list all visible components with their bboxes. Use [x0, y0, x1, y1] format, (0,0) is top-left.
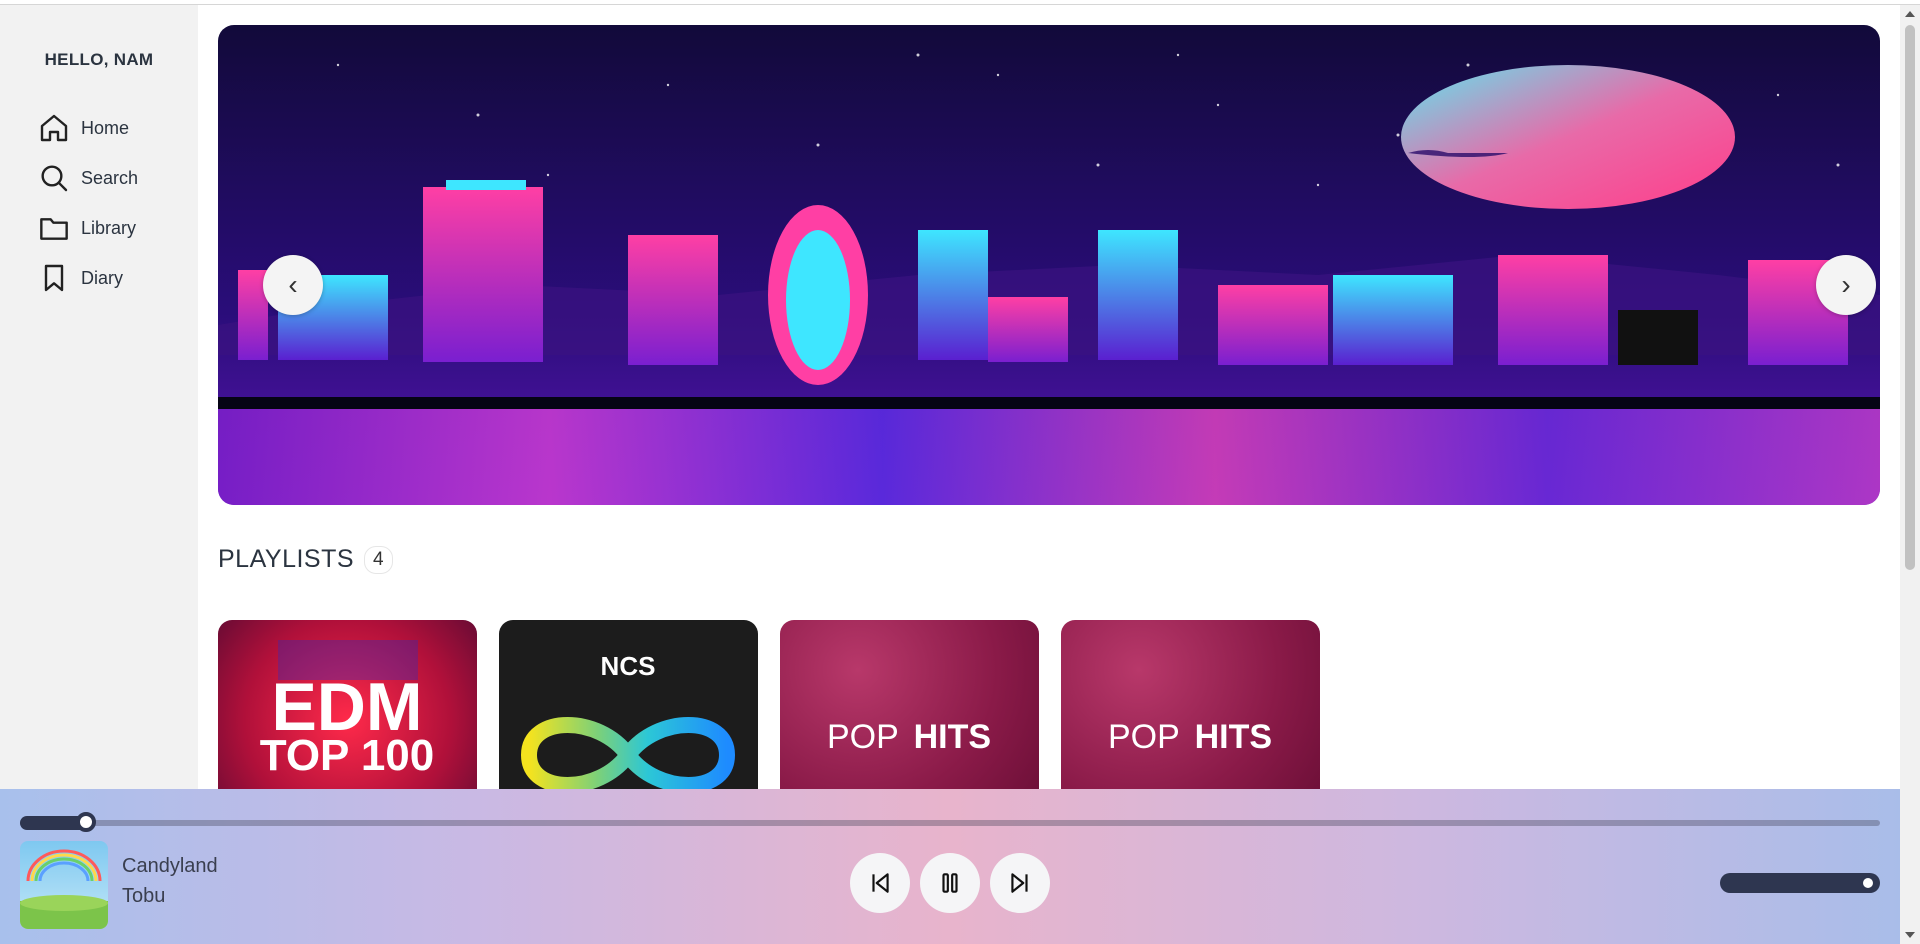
previous-track-button[interactable]: [850, 853, 910, 913]
playlists-header: PLAYLISTS 4: [218, 545, 393, 574]
sidebar-nav: Home Search Library Diary: [38, 103, 138, 303]
candyland-artwork: [20, 841, 108, 929]
volume-knob[interactable]: [1860, 875, 1876, 891]
playlist-card-edm[interactable]: EDM TOP 100: [218, 620, 477, 789]
bookmark-icon: [44, 264, 64, 292]
ncs-cover: NCS: [499, 620, 758, 789]
sidebar-item-diary[interactable]: Diary: [38, 253, 138, 303]
music-player-bar: Candyland Tobu: [0, 789, 1900, 944]
pop-hits-cover: POP HITS: [1061, 620, 1320, 789]
song-title: Candyland: [122, 855, 218, 877]
playlist-card-pop-hits[interactable]: POP HITS: [1061, 620, 1320, 789]
album-cover: [20, 841, 108, 929]
pop-hits-cover: POP HITS: [780, 620, 1039, 789]
sidebar-item-search[interactable]: Search: [38, 153, 138, 203]
hits-bold-text: HITS: [1195, 718, 1272, 756]
progress-bar[interactable]: [20, 812, 1880, 832]
chevron-right-icon: ›: [1841, 269, 1851, 300]
volume-slider[interactable]: [1720, 873, 1880, 893]
carousel-prev-button[interactable]: ‹: [263, 255, 323, 315]
playlist-card-pop-hits[interactable]: POP HITS: [780, 620, 1039, 789]
greeting: HELLO, NAM: [44, 50, 154, 69]
edm-cover: EDM TOP 100: [218, 620, 477, 789]
sidebar-item-library[interactable]: Library: [38, 203, 138, 253]
section-title: PLAYLISTS: [218, 545, 355, 573]
city-skyline-illustration: [218, 25, 1880, 505]
sidebar-item-label: Search: [81, 167, 139, 188]
skip-next-icon: [1011, 873, 1028, 893]
pause-button[interactable]: [920, 853, 980, 913]
page-scrollbar[interactable]: [1900, 5, 1920, 944]
ncs-logo: NCS: [601, 651, 656, 681]
main-content: ‹ › PLAYLISTS 4 EDM TOP 100 NCS POP HITS…: [198, 5, 1900, 789]
chevron-left-icon: ‹: [288, 269, 298, 300]
playlist-count-badge: 4: [364, 545, 393, 574]
scroll-down-arrow-icon[interactable]: [1905, 932, 1915, 938]
next-track-button[interactable]: [990, 853, 1050, 913]
pop-light-text: POP: [827, 718, 898, 756]
artist-name: Tobu: [122, 885, 166, 907]
folder-icon: [40, 218, 68, 240]
progress-knob[interactable]: [76, 812, 97, 832]
scrollbar-thumb[interactable]: [1905, 25, 1915, 570]
sidebar-item-label: Library: [81, 217, 137, 238]
sidebar-item-home[interactable]: Home: [38, 103, 138, 153]
pause-icon: [942, 873, 958, 893]
pop-light-text: POP: [1108, 718, 1179, 756]
edm-subtitle: TOP 100: [260, 731, 435, 780]
scroll-up-arrow-icon[interactable]: [1905, 11, 1915, 17]
sidebar-item-label: Home: [81, 117, 130, 138]
sidebar-item-label: Diary: [81, 267, 124, 288]
carousel-next-button[interactable]: ›: [1816, 255, 1876, 315]
skip-previous-icon: [872, 873, 889, 893]
hero-carousel: ‹ ›: [218, 25, 1880, 505]
home-icon: [40, 114, 68, 142]
search-icon: [41, 165, 68, 192]
playlist-card-ncs[interactable]: NCS: [499, 620, 758, 789]
playlist-grid: EDM TOP 100 NCS POP HITS POP HITS: [218, 620, 1320, 789]
hits-bold-text: HITS: [914, 718, 991, 756]
